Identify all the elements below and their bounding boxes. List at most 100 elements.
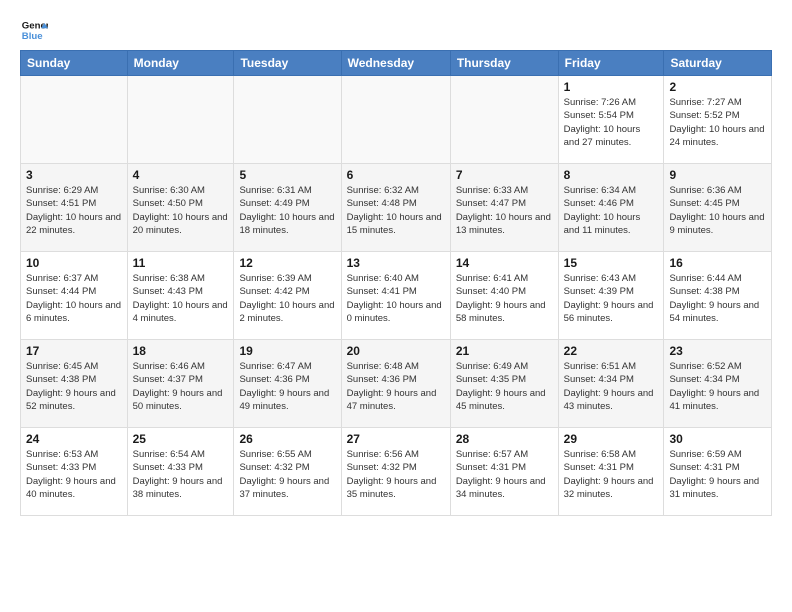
calendar-cell: 11 Sunrise: 6:38 AM Sunset: 4:43 PM Dayli…: [127, 252, 234, 340]
day-info: Sunrise: 7:26 AM Sunset: 5:54 PM Dayligh…: [564, 96, 659, 149]
calendar-cell: 1 Sunrise: 7:26 AM Sunset: 5:54 PM Daylig…: [558, 76, 664, 164]
day-number: 6: [347, 168, 445, 182]
calendar-cell: 6 Sunrise: 6:32 AM Sunset: 4:48 PM Daylig…: [341, 164, 450, 252]
header: General Blue: [20, 16, 772, 44]
day-number: 21: [456, 344, 553, 358]
day-info: Sunrise: 7:27 AM Sunset: 5:52 PM Dayligh…: [669, 96, 766, 149]
day-number: 12: [239, 256, 335, 270]
day-number: 25: [133, 432, 229, 446]
day-number: 13: [347, 256, 445, 270]
day-info: Sunrise: 6:48 AM Sunset: 4:36 PM Dayligh…: [347, 360, 445, 413]
calendar-cell: 19 Sunrise: 6:47 AM Sunset: 4:36 PM Dayli…: [234, 340, 341, 428]
day-info: Sunrise: 6:32 AM Sunset: 4:48 PM Dayligh…: [347, 184, 445, 237]
calendar-cell: 28 Sunrise: 6:57 AM Sunset: 4:31 PM Dayli…: [450, 428, 558, 516]
day-number: 20: [347, 344, 445, 358]
day-number: 1: [564, 80, 659, 94]
calendar-cell: 16 Sunrise: 6:44 AM Sunset: 4:38 PM Dayli…: [664, 252, 772, 340]
day-info: Sunrise: 6:43 AM Sunset: 4:39 PM Dayligh…: [564, 272, 659, 325]
calendar-cell: [234, 76, 341, 164]
day-info: Sunrise: 6:30 AM Sunset: 4:50 PM Dayligh…: [133, 184, 229, 237]
day-info: Sunrise: 6:33 AM Sunset: 4:47 PM Dayligh…: [456, 184, 553, 237]
day-info: Sunrise: 6:34 AM Sunset: 4:46 PM Dayligh…: [564, 184, 659, 237]
calendar-cell: [127, 76, 234, 164]
day-info: Sunrise: 6:55 AM Sunset: 4:32 PM Dayligh…: [239, 448, 335, 501]
calendar-cell: 2 Sunrise: 7:27 AM Sunset: 5:52 PM Daylig…: [664, 76, 772, 164]
day-number: 27: [347, 432, 445, 446]
calendar-week-row: 24 Sunrise: 6:53 AM Sunset: 4:33 PM Dayli…: [21, 428, 772, 516]
day-number: 4: [133, 168, 229, 182]
day-info: Sunrise: 6:46 AM Sunset: 4:37 PM Dayligh…: [133, 360, 229, 413]
day-info: Sunrise: 6:47 AM Sunset: 4:36 PM Dayligh…: [239, 360, 335, 413]
header-saturday: Saturday: [664, 51, 772, 76]
header-friday: Friday: [558, 51, 664, 76]
day-info: Sunrise: 6:40 AM Sunset: 4:41 PM Dayligh…: [347, 272, 445, 325]
day-info: Sunrise: 6:44 AM Sunset: 4:38 PM Dayligh…: [669, 272, 766, 325]
day-info: Sunrise: 6:37 AM Sunset: 4:44 PM Dayligh…: [26, 272, 122, 325]
calendar-week-row: 10 Sunrise: 6:37 AM Sunset: 4:44 PM Dayli…: [21, 252, 772, 340]
day-number: 19: [239, 344, 335, 358]
calendar-cell: 27 Sunrise: 6:56 AM Sunset: 4:32 PM Dayli…: [341, 428, 450, 516]
day-info: Sunrise: 6:39 AM Sunset: 4:42 PM Dayligh…: [239, 272, 335, 325]
day-info: Sunrise: 6:31 AM Sunset: 4:49 PM Dayligh…: [239, 184, 335, 237]
calendar-cell: 21Sunrise: 6:49 AM Sunset: 4:35 PM Dayli…: [450, 340, 558, 428]
day-number: 9: [669, 168, 766, 182]
day-number: 3: [26, 168, 122, 182]
day-number: 24: [26, 432, 122, 446]
day-info: Sunrise: 6:36 AM Sunset: 4:45 PM Dayligh…: [669, 184, 766, 237]
day-number: 26: [239, 432, 335, 446]
calendar-cell: 9 Sunrise: 6:36 AM Sunset: 4:45 PM Daylig…: [664, 164, 772, 252]
logo-icon: General Blue: [20, 16, 48, 44]
calendar-cell: 15 Sunrise: 6:43 AM Sunset: 4:39 PM Dayli…: [558, 252, 664, 340]
day-info: Sunrise: 6:54 AM Sunset: 4:33 PM Dayligh…: [133, 448, 229, 501]
calendar-cell: [450, 76, 558, 164]
day-number: 28: [456, 432, 553, 446]
day-number: 5: [239, 168, 335, 182]
calendar-cell: 3 Sunrise: 6:29 AM Sunset: 4:51 PM Daylig…: [21, 164, 128, 252]
calendar-cell: 7 Sunrise: 6:33 AM Sunset: 4:47 PM Daylig…: [450, 164, 558, 252]
calendar-cell: 29 Sunrise: 6:58 AM Sunset: 4:31 PM Dayli…: [558, 428, 664, 516]
calendar-cell: [341, 76, 450, 164]
day-number: 7: [456, 168, 553, 182]
day-number: 8: [564, 168, 659, 182]
calendar-week-row: 1 Sunrise: 7:26 AM Sunset: 5:54 PM Daylig…: [21, 76, 772, 164]
day-info: Sunrise: 6:52 AM Sunset: 4:34 PM Dayligh…: [669, 360, 766, 413]
day-number: 2: [669, 80, 766, 94]
day-number: 23: [669, 344, 766, 358]
calendar-header-row: SundayMondayTuesdayWednesdayThursdayFrid…: [21, 51, 772, 76]
day-info: Sunrise: 6:29 AM Sunset: 4:51 PM Dayligh…: [26, 184, 122, 237]
day-number: 10: [26, 256, 122, 270]
day-number: 11: [133, 256, 229, 270]
day-info: Sunrise: 6:57 AM Sunset: 4:31 PM Dayligh…: [456, 448, 553, 501]
day-info: Sunrise: 6:51 AM Sunset: 4:34 PM Dayligh…: [564, 360, 659, 413]
calendar-cell: [21, 76, 128, 164]
calendar-week-row: 17Sunrise: 6:45 AM Sunset: 4:38 PM Dayli…: [21, 340, 772, 428]
day-number: 18: [133, 344, 229, 358]
day-info: Sunrise: 6:58 AM Sunset: 4:31 PM Dayligh…: [564, 448, 659, 501]
calendar-cell: 10 Sunrise: 6:37 AM Sunset: 4:44 PM Dayli…: [21, 252, 128, 340]
calendar-cell: 4 Sunrise: 6:30 AM Sunset: 4:50 PM Daylig…: [127, 164, 234, 252]
day-info: Sunrise: 6:41 AM Sunset: 4:40 PM Dayligh…: [456, 272, 553, 325]
day-info: Sunrise: 6:59 AM Sunset: 4:31 PM Dayligh…: [669, 448, 766, 501]
day-number: 14: [456, 256, 553, 270]
day-number: 22: [564, 344, 659, 358]
calendar-cell: 22 Sunrise: 6:51 AM Sunset: 4:34 PM Dayli…: [558, 340, 664, 428]
header-sunday: Sunday: [21, 51, 128, 76]
calendar-cell: 30 Sunrise: 6:59 AM Sunset: 4:31 PM Dayli…: [664, 428, 772, 516]
calendar-cell: 25 Sunrise: 6:54 AM Sunset: 4:33 PM Dayli…: [127, 428, 234, 516]
header-tuesday: Tuesday: [234, 51, 341, 76]
calendar-table: SundayMondayTuesdayWednesdayThursdayFrid…: [20, 50, 772, 516]
calendar-cell: 20 Sunrise: 6:48 AM Sunset: 4:36 PM Dayli…: [341, 340, 450, 428]
svg-text:Blue: Blue: [22, 31, 43, 42]
logo: General Blue: [20, 16, 48, 44]
day-info: Sunrise: 6:53 AM Sunset: 4:33 PM Dayligh…: [26, 448, 122, 501]
calendar-cell: 13 Sunrise: 6:40 AM Sunset: 4:41 PM Dayli…: [341, 252, 450, 340]
calendar-cell: 12 Sunrise: 6:39 AM Sunset: 4:42 PM Dayli…: [234, 252, 341, 340]
day-number: 17: [26, 344, 122, 358]
day-number: 16: [669, 256, 766, 270]
day-info: Sunrise: 6:38 AM Sunset: 4:43 PM Dayligh…: [133, 272, 229, 325]
day-number: 30: [669, 432, 766, 446]
calendar-cell: 8 Sunrise: 6:34 AM Sunset: 4:46 PM Daylig…: [558, 164, 664, 252]
day-number: 29: [564, 432, 659, 446]
day-number: 15: [564, 256, 659, 270]
day-info: Sunrise: 6:56 AM Sunset: 4:32 PM Dayligh…: [347, 448, 445, 501]
